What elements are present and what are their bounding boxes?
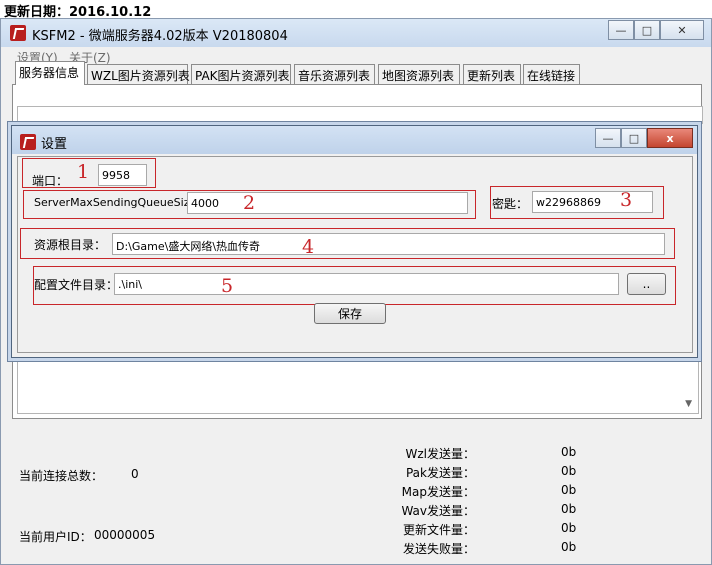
info-strip (17, 106, 703, 124)
map-sent-value: 0b (561, 483, 577, 497)
wav-sent-value: 0b (561, 502, 577, 516)
title-bar[interactable]: KSFM2 - 微端服务器4.02版本 V20180804 — □ ✕ (1, 19, 711, 47)
port-input[interactable]: 9958 (98, 164, 147, 186)
dialog-title-bar[interactable]: 设置 — □ x (12, 126, 697, 154)
marker-2: 2 (243, 192, 256, 214)
close-button[interactable]: ✕ (660, 20, 704, 40)
marker-5: 5 (221, 275, 234, 297)
current-user-value: 00000005 (94, 528, 156, 542)
tab-update-list[interactable]: 更新列表 (463, 64, 521, 84)
tab-map-resources[interactable]: 地图资源列表 (378, 64, 460, 84)
tab-pak-resources[interactable]: PAK图片资源列表 (191, 64, 291, 84)
resource-dir-input[interactable]: D:\Game\盛大网络\热血传奇 (112, 233, 665, 255)
tab-wzl-resources[interactable]: WZL图片资源列表 (87, 64, 190, 84)
dialog-maximize-button[interactable]: □ (621, 128, 647, 148)
browse-button[interactable]: .. (627, 273, 666, 295)
save-button[interactable]: 保存 (314, 303, 386, 324)
dialog-app-icon (20, 134, 36, 150)
wzl-sent-value: 0b (561, 445, 577, 459)
pak-sent-value: 0b (561, 464, 577, 478)
send-failed-value: 0b (561, 540, 577, 554)
config-dir-label: 配置文件目录： (34, 278, 119, 292)
resource-dir-label: 资源根目录： (34, 238, 107, 252)
queue-label: ServerMaxSendingQueueSize (34, 196, 197, 209)
map-sent-label: Map发送量： (401, 485, 475, 499)
total-connections-label: 当前连接总数： (19, 469, 104, 483)
pak-sent-label: Pak发送量： (405, 466, 475, 480)
wav-sent-label: Wav发送量： (401, 504, 475, 518)
update-files-label: 更新文件量： (402, 523, 475, 537)
dialog-close-button[interactable]: x (647, 128, 693, 148)
queue-size-input[interactable]: 4000 (187, 192, 468, 214)
window-title: KSFM2 - 微端服务器4.02版本 V20180804 (32, 29, 288, 44)
tab-online-links[interactable]: 在线链接 (523, 64, 580, 84)
scroll-down-icon[interactable]: ▼ (685, 399, 692, 409)
total-connections-value: 0 (131, 467, 139, 481)
minimize-button[interactable]: — (608, 20, 634, 40)
password-label: 密匙： (492, 197, 529, 211)
app-icon (10, 25, 26, 41)
port-label: 端口： (32, 174, 69, 188)
current-user-label: 当前用户ID： (19, 530, 92, 544)
marker-3: 3 (620, 189, 633, 211)
password-input[interactable]: w22968869 (532, 191, 653, 213)
marker-4: 4 (302, 236, 315, 258)
dialog-minimize-button[interactable]: — (595, 128, 621, 148)
dialog-title: 设置 (41, 137, 68, 152)
send-failed-label: 发送失败量： (402, 542, 475, 556)
maximize-button[interactable]: □ (634, 20, 660, 40)
tab-server-info[interactable]: 服务器信息 (15, 61, 85, 85)
update-files-value: 0b (561, 521, 577, 535)
wzl-sent-label: Wzl发送量： (405, 447, 476, 461)
config-dir-input[interactable]: .\ini\ (114, 273, 619, 295)
marker-1: 1 (77, 161, 90, 183)
tab-music-resources[interactable]: 音乐资源列表 (294, 64, 375, 84)
log-list[interactable]: ▼ (17, 356, 699, 414)
